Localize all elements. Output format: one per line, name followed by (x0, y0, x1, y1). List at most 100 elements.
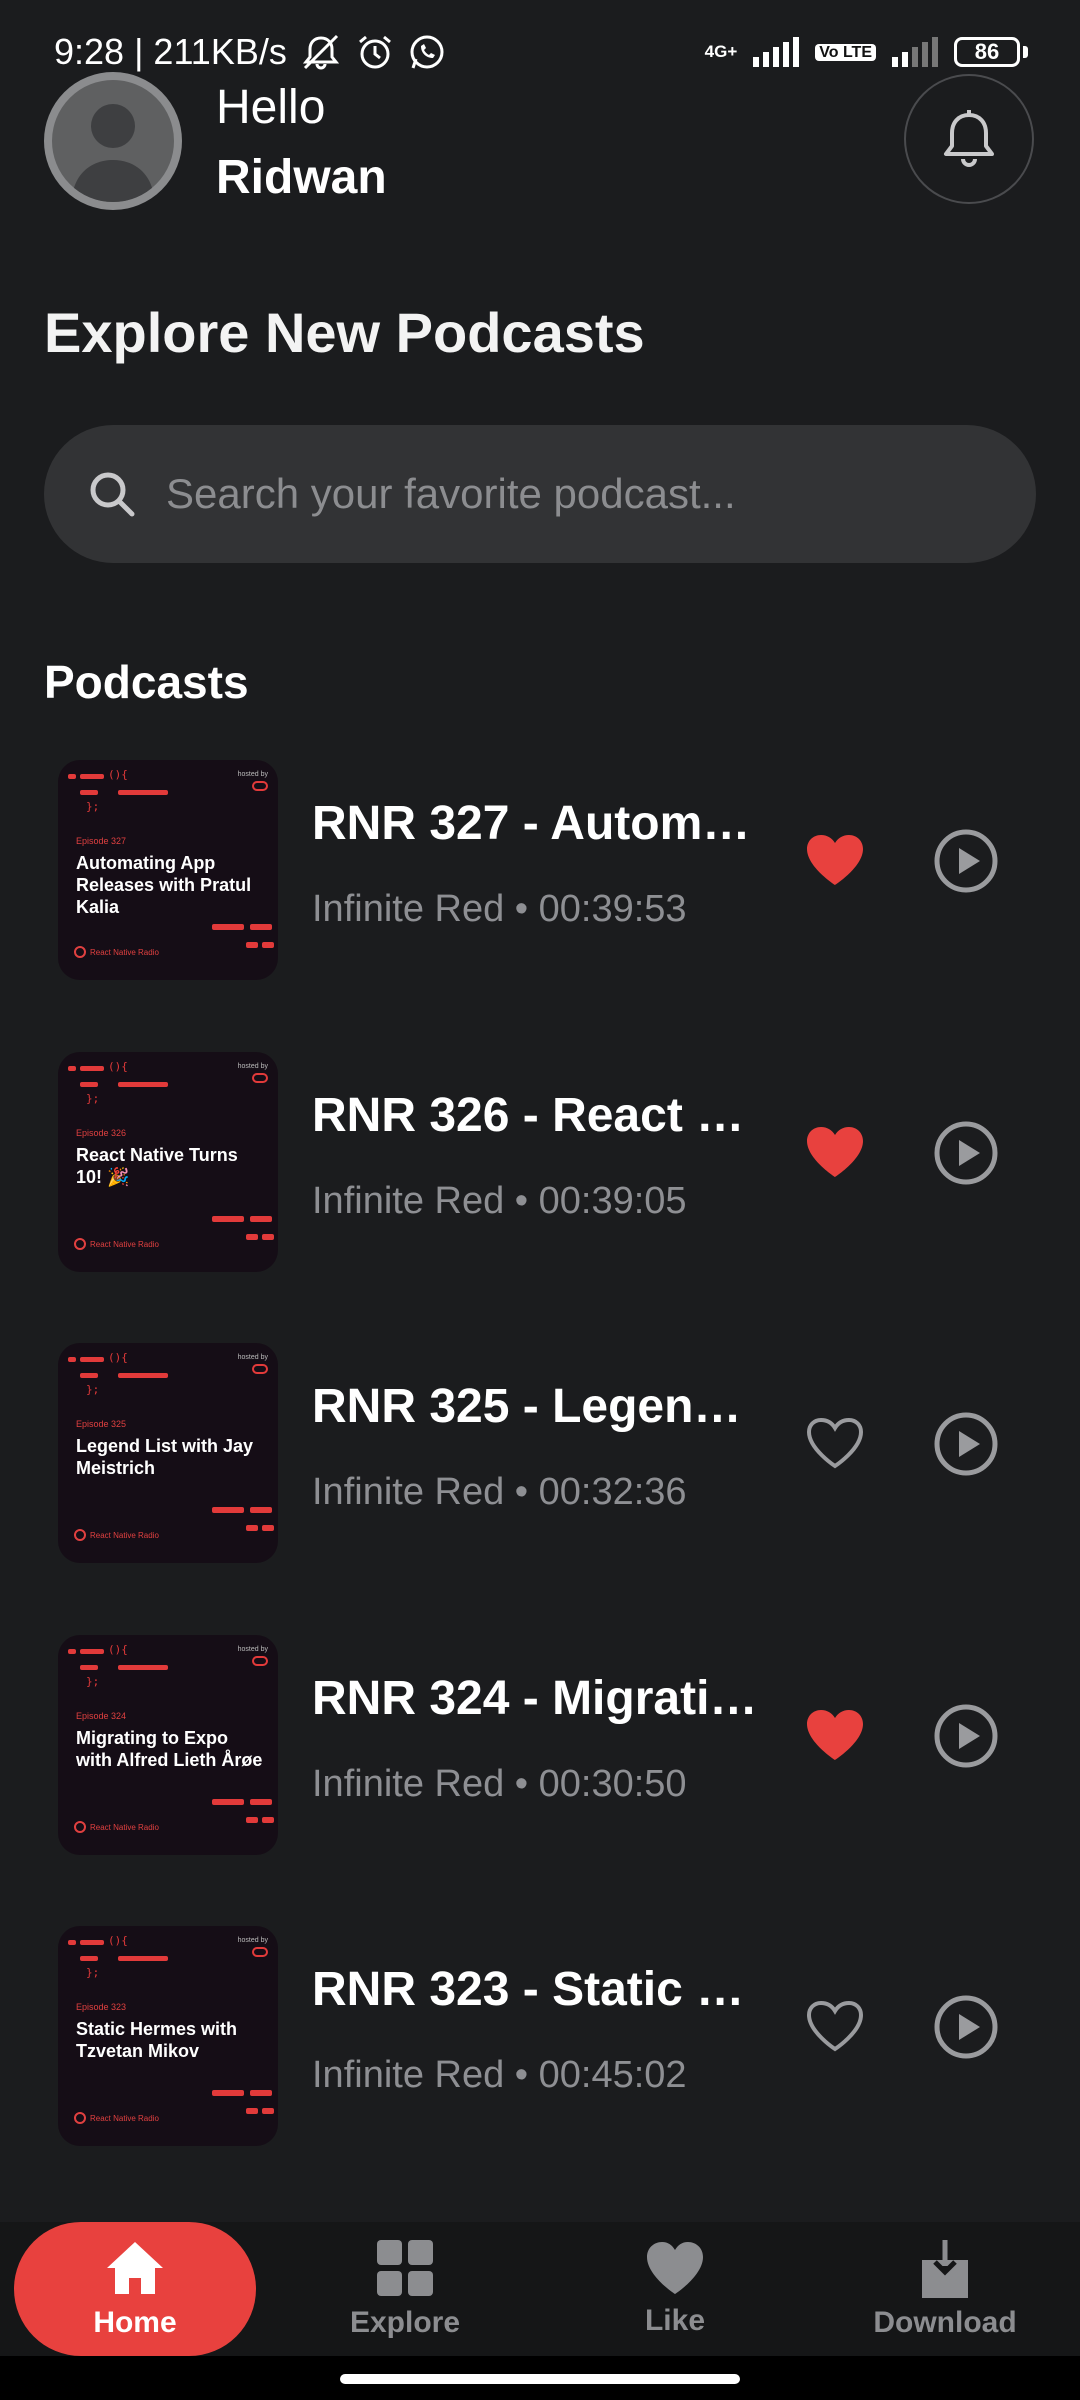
heart-icon (647, 2242, 703, 2294)
like-button[interactable] (800, 826, 870, 896)
nav-explore-label: Explore (349, 2306, 461, 2339)
nav-download-label: Download (873, 2306, 1017, 2339)
cover-brand-text: React Native Radio (90, 1822, 159, 1832)
page-title: Explore New Podcasts (44, 301, 645, 364)
podcast-row[interactable]: (){}; hosted by Episode 327 Automating App … (0, 760, 1080, 982)
cover-episode: Episode 323 (76, 2002, 127, 2012)
play-button[interactable] (930, 1701, 1002, 1773)
search-input[interactable] (166, 470, 946, 518)
play-button[interactable] (930, 826, 1002, 898)
grid-icon (377, 2240, 433, 2296)
cover-corner-logo: hosted by (238, 1062, 268, 1086)
code-close: }; (86, 800, 100, 813)
episode-meta: Infinite Red • 00:45:02 (312, 2054, 687, 2096)
episode-title: RNR 327 - Automat... (312, 797, 762, 850)
volte-badge: Vo LTE (815, 43, 876, 61)
podcast-row[interactable]: (){}; hosted by Episode 325 Legend List wit… (0, 1343, 1080, 1565)
cover-title: Migrating to Expo with Alfred Lieth Årøe (76, 1728, 263, 1770)
like-button[interactable] (800, 1409, 870, 1479)
podcast-row[interactable]: (){}; hosted by Episode 326 React Native Tu… (0, 1052, 1080, 1274)
signal-icon (751, 37, 801, 67)
cover-corner-logo: hosted by (238, 1353, 268, 1377)
like-button[interactable] (800, 1992, 870, 2062)
episode-meta: Infinite Red • 00:39:53 (312, 888, 687, 930)
play-circle-icon (933, 1994, 999, 2063)
episode-title: RNR 324 - Migratin... (312, 1672, 762, 1725)
search-icon (90, 472, 135, 517)
episode-title: RNR 325 - Legend L... (312, 1380, 762, 1433)
status-left: 9:28 | 211KB/s (54, 31, 447, 73)
cover-corner-logo: hosted by (238, 1645, 268, 1669)
code-close: }; (86, 1092, 100, 1105)
heart-filled-icon (805, 1708, 865, 1765)
heart-outline-icon (805, 1416, 865, 1473)
battery-level: 86 (954, 37, 1020, 67)
cover-brand-text: React Native Radio (90, 1239, 159, 1249)
signal-weak-icon (890, 37, 940, 67)
cover-corner-logo: hosted by (238, 1936, 268, 1960)
podcast-row[interactable]: (){}; hosted by Episode 323 Static Hermes w… (0, 1926, 1080, 2148)
section-title-podcasts: Podcasts (44, 656, 249, 708)
code-brace: (){ (108, 768, 128, 781)
notifications-button[interactable] (904, 74, 1034, 204)
play-button[interactable] (930, 1992, 1002, 2064)
code-close: }; (86, 1675, 100, 1688)
code-brace: (){ (108, 1351, 128, 1364)
home-indicator[interactable] (340, 2374, 740, 2384)
nav-download[interactable]: Download (825, 2222, 1065, 2356)
nav-home[interactable]: Home (14, 2222, 256, 2356)
avatar[interactable] (44, 72, 182, 210)
react-logo-icon (74, 2112, 86, 2124)
play-circle-icon (933, 1703, 999, 1772)
alarm-icon (355, 32, 395, 72)
podcast-cover: (){}; hosted by Episode 324 Migrating to Ex… (58, 1635, 278, 1855)
search-bar[interactable] (44, 425, 1036, 563)
nav-like-label: Like (644, 2304, 706, 2337)
nav-like[interactable]: Like (555, 2222, 795, 2356)
greeting-text: Hello (216, 81, 326, 134)
play-circle-icon (933, 1120, 999, 1189)
bell-icon (944, 110, 994, 167)
cover-title: Static Hermes with Tzvetan Mikov (76, 2019, 238, 2061)
episode-meta: Infinite Red • 00:30:50 (312, 1763, 687, 1805)
nav-explore[interactable]: Explore (285, 2222, 525, 2356)
battery-tip (1023, 46, 1028, 58)
episode-meta: Infinite Red • 00:32:36 (312, 1471, 687, 1513)
episode-title: RNR 323 - Static H... (312, 1963, 762, 2016)
download-icon (922, 2240, 968, 2298)
cover-title: Automating App Releases with Pratul Kali… (76, 853, 252, 917)
react-logo-icon (74, 946, 86, 958)
cover-brand-text: React Native Radio (90, 1530, 159, 1540)
cover-brand: React Native Radio (74, 946, 159, 958)
code-brace: (){ (108, 1060, 128, 1073)
cover-brand-text: React Native Radio (90, 2113, 159, 2123)
cover-episode: Episode 326 (76, 1128, 127, 1138)
status-time-speed: 9:28 | 211KB/s (54, 31, 287, 72)
heart-outline-icon (805, 1999, 865, 2056)
cover-brand: React Native Radio (74, 1238, 159, 1250)
code-brace: (){ (108, 1643, 128, 1656)
status-bar: 9:28 | 211KB/s 4G+ Vo LTE 86 (0, 0, 1080, 104)
podcast-cover: (){}; hosted by Episode 325 Legend List wit… (58, 1343, 278, 1563)
react-logo-icon (74, 1529, 86, 1541)
cover-brand: React Native Radio (74, 1821, 159, 1833)
episode-meta: Infinite Red • 00:39:05 (312, 1180, 687, 1222)
podcast-row[interactable]: (){}; hosted by Episode 324 Migrating to Ex… (0, 1635, 1080, 1857)
cover-brand: React Native Radio (74, 1529, 159, 1541)
play-button[interactable] (930, 1118, 1002, 1190)
heart-filled-icon (805, 1125, 865, 1182)
person-icon (72, 104, 154, 202)
play-circle-icon (933, 1411, 999, 1480)
code-brace: (){ (108, 1934, 128, 1947)
cover-corner-logo: hosted by (238, 770, 268, 794)
podcast-cover: (){}; hosted by Episode 323 Static Hermes w… (58, 1926, 278, 2146)
network-type: 4G+ (704, 42, 738, 61)
podcast-cover: (){}; hosted by Episode 327 Automating App … (58, 760, 278, 980)
status-right: 4G+ Vo LTE 86 (705, 37, 1028, 67)
cover-title: Legend List with Jay Meistrich (76, 1436, 254, 1478)
podcast-home-screen: 9:28 | 211KB/s 4G+ Vo LTE 86 Hello Ridwa… (0, 0, 1080, 2400)
like-button[interactable] (800, 1118, 870, 1188)
home-icon (107, 2242, 163, 2294)
play-button[interactable] (930, 1409, 1002, 1481)
like-button[interactable] (800, 1701, 870, 1771)
